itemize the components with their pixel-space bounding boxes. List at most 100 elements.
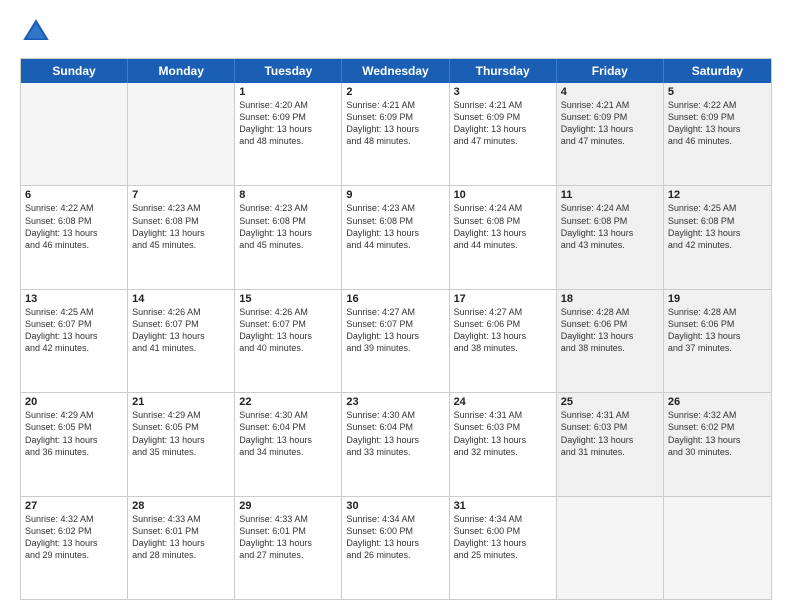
logo-icon bbox=[20, 16, 52, 48]
cell-info: Sunrise: 4:21 AMSunset: 6:09 PMDaylight:… bbox=[561, 99, 659, 148]
day-number: 26 bbox=[668, 396, 767, 408]
cell-info: Sunrise: 4:24 AMSunset: 6:08 PMDaylight:… bbox=[561, 202, 659, 251]
calendar-cell: 19Sunrise: 4:28 AMSunset: 6:06 PMDayligh… bbox=[664, 290, 771, 392]
calendar-row-3: 20Sunrise: 4:29 AMSunset: 6:05 PMDayligh… bbox=[21, 392, 771, 495]
cell-info: Sunrise: 4:23 AMSunset: 6:08 PMDaylight:… bbox=[239, 202, 337, 251]
day-number: 22 bbox=[239, 396, 337, 408]
cell-info: Sunrise: 4:30 AMSunset: 6:04 PMDaylight:… bbox=[239, 409, 337, 458]
day-number: 11 bbox=[561, 189, 659, 201]
calendar-row-4: 27Sunrise: 4:32 AMSunset: 6:02 PMDayligh… bbox=[21, 496, 771, 599]
calendar-cell: 1Sunrise: 4:20 AMSunset: 6:09 PMDaylight… bbox=[235, 83, 342, 185]
calendar-cell: 24Sunrise: 4:31 AMSunset: 6:03 PMDayligh… bbox=[450, 393, 557, 495]
calendar-cell: 22Sunrise: 4:30 AMSunset: 6:04 PMDayligh… bbox=[235, 393, 342, 495]
cell-info: Sunrise: 4:30 AMSunset: 6:04 PMDaylight:… bbox=[346, 409, 444, 458]
cell-info: Sunrise: 4:32 AMSunset: 6:02 PMDaylight:… bbox=[668, 409, 767, 458]
header bbox=[20, 16, 772, 48]
calendar-cell: 4Sunrise: 4:21 AMSunset: 6:09 PMDaylight… bbox=[557, 83, 664, 185]
header-wednesday: Wednesday bbox=[342, 59, 449, 83]
calendar-cell: 23Sunrise: 4:30 AMSunset: 6:04 PMDayligh… bbox=[342, 393, 449, 495]
calendar-cell bbox=[557, 497, 664, 599]
calendar-cell: 3Sunrise: 4:21 AMSunset: 6:09 PMDaylight… bbox=[450, 83, 557, 185]
calendar-cell: 11Sunrise: 4:24 AMSunset: 6:08 PMDayligh… bbox=[557, 186, 664, 288]
day-number: 16 bbox=[346, 293, 444, 305]
day-number: 4 bbox=[561, 86, 659, 98]
day-number: 12 bbox=[668, 189, 767, 201]
cell-info: Sunrise: 4:32 AMSunset: 6:02 PMDaylight:… bbox=[25, 513, 123, 562]
page: SundayMondayTuesdayWednesdayThursdayFrid… bbox=[0, 0, 792, 612]
calendar-cell: 6Sunrise: 4:22 AMSunset: 6:08 PMDaylight… bbox=[21, 186, 128, 288]
cell-info: Sunrise: 4:25 AMSunset: 6:08 PMDaylight:… bbox=[668, 202, 767, 251]
calendar-body: 1Sunrise: 4:20 AMSunset: 6:09 PMDaylight… bbox=[21, 83, 771, 599]
cell-info: Sunrise: 4:21 AMSunset: 6:09 PMDaylight:… bbox=[454, 99, 552, 148]
cell-info: Sunrise: 4:22 AMSunset: 6:08 PMDaylight:… bbox=[25, 202, 123, 251]
day-number: 8 bbox=[239, 189, 337, 201]
cell-info: Sunrise: 4:29 AMSunset: 6:05 PMDaylight:… bbox=[25, 409, 123, 458]
calendar-row-0: 1Sunrise: 4:20 AMSunset: 6:09 PMDaylight… bbox=[21, 83, 771, 185]
cell-info: Sunrise: 4:34 AMSunset: 6:00 PMDaylight:… bbox=[454, 513, 552, 562]
day-number: 27 bbox=[25, 500, 123, 512]
day-number: 14 bbox=[132, 293, 230, 305]
cell-info: Sunrise: 4:33 AMSunset: 6:01 PMDaylight:… bbox=[239, 513, 337, 562]
day-number: 13 bbox=[25, 293, 123, 305]
header-saturday: Saturday bbox=[664, 59, 771, 83]
day-number: 9 bbox=[346, 189, 444, 201]
calendar-cell: 26Sunrise: 4:32 AMSunset: 6:02 PMDayligh… bbox=[664, 393, 771, 495]
calendar-cell: 18Sunrise: 4:28 AMSunset: 6:06 PMDayligh… bbox=[557, 290, 664, 392]
day-number: 20 bbox=[25, 396, 123, 408]
calendar-cell: 8Sunrise: 4:23 AMSunset: 6:08 PMDaylight… bbox=[235, 186, 342, 288]
day-number: 15 bbox=[239, 293, 337, 305]
cell-info: Sunrise: 4:33 AMSunset: 6:01 PMDaylight:… bbox=[132, 513, 230, 562]
day-number: 3 bbox=[454, 86, 552, 98]
calendar-cell bbox=[664, 497, 771, 599]
cell-info: Sunrise: 4:26 AMSunset: 6:07 PMDaylight:… bbox=[239, 306, 337, 355]
logo bbox=[20, 16, 56, 48]
cell-info: Sunrise: 4:23 AMSunset: 6:08 PMDaylight:… bbox=[346, 202, 444, 251]
day-number: 17 bbox=[454, 293, 552, 305]
cell-info: Sunrise: 4:29 AMSunset: 6:05 PMDaylight:… bbox=[132, 409, 230, 458]
calendar: SundayMondayTuesdayWednesdayThursdayFrid… bbox=[20, 58, 772, 600]
day-number: 6 bbox=[25, 189, 123, 201]
calendar-cell: 2Sunrise: 4:21 AMSunset: 6:09 PMDaylight… bbox=[342, 83, 449, 185]
day-number: 19 bbox=[668, 293, 767, 305]
cell-info: Sunrise: 4:27 AMSunset: 6:07 PMDaylight:… bbox=[346, 306, 444, 355]
header-monday: Monday bbox=[128, 59, 235, 83]
header-sunday: Sunday bbox=[21, 59, 128, 83]
calendar-cell: 12Sunrise: 4:25 AMSunset: 6:08 PMDayligh… bbox=[664, 186, 771, 288]
calendar-cell: 15Sunrise: 4:26 AMSunset: 6:07 PMDayligh… bbox=[235, 290, 342, 392]
calendar-cell: 27Sunrise: 4:32 AMSunset: 6:02 PMDayligh… bbox=[21, 497, 128, 599]
day-number: 1 bbox=[239, 86, 337, 98]
cell-info: Sunrise: 4:28 AMSunset: 6:06 PMDaylight:… bbox=[668, 306, 767, 355]
day-number: 23 bbox=[346, 396, 444, 408]
cell-info: Sunrise: 4:31 AMSunset: 6:03 PMDaylight:… bbox=[561, 409, 659, 458]
header-tuesday: Tuesday bbox=[235, 59, 342, 83]
cell-info: Sunrise: 4:20 AMSunset: 6:09 PMDaylight:… bbox=[239, 99, 337, 148]
calendar-cell: 25Sunrise: 4:31 AMSunset: 6:03 PMDayligh… bbox=[557, 393, 664, 495]
calendar-cell: 7Sunrise: 4:23 AMSunset: 6:08 PMDaylight… bbox=[128, 186, 235, 288]
day-number: 24 bbox=[454, 396, 552, 408]
day-number: 29 bbox=[239, 500, 337, 512]
day-number: 5 bbox=[668, 86, 767, 98]
calendar-cell bbox=[21, 83, 128, 185]
cell-info: Sunrise: 4:34 AMSunset: 6:00 PMDaylight:… bbox=[346, 513, 444, 562]
day-number: 18 bbox=[561, 293, 659, 305]
cell-info: Sunrise: 4:25 AMSunset: 6:07 PMDaylight:… bbox=[25, 306, 123, 355]
day-number: 10 bbox=[454, 189, 552, 201]
calendar-row-2: 13Sunrise: 4:25 AMSunset: 6:07 PMDayligh… bbox=[21, 289, 771, 392]
cell-info: Sunrise: 4:21 AMSunset: 6:09 PMDaylight:… bbox=[346, 99, 444, 148]
calendar-cell: 10Sunrise: 4:24 AMSunset: 6:08 PMDayligh… bbox=[450, 186, 557, 288]
calendar-cell: 28Sunrise: 4:33 AMSunset: 6:01 PMDayligh… bbox=[128, 497, 235, 599]
calendar-cell: 21Sunrise: 4:29 AMSunset: 6:05 PMDayligh… bbox=[128, 393, 235, 495]
calendar-cell: 14Sunrise: 4:26 AMSunset: 6:07 PMDayligh… bbox=[128, 290, 235, 392]
calendar-cell: 5Sunrise: 4:22 AMSunset: 6:09 PMDaylight… bbox=[664, 83, 771, 185]
calendar-cell: 29Sunrise: 4:33 AMSunset: 6:01 PMDayligh… bbox=[235, 497, 342, 599]
cell-info: Sunrise: 4:27 AMSunset: 6:06 PMDaylight:… bbox=[454, 306, 552, 355]
day-number: 21 bbox=[132, 396, 230, 408]
calendar-cell: 31Sunrise: 4:34 AMSunset: 6:00 PMDayligh… bbox=[450, 497, 557, 599]
header-thursday: Thursday bbox=[450, 59, 557, 83]
header-friday: Friday bbox=[557, 59, 664, 83]
day-number: 7 bbox=[132, 189, 230, 201]
calendar-cell: 13Sunrise: 4:25 AMSunset: 6:07 PMDayligh… bbox=[21, 290, 128, 392]
calendar-header: SundayMondayTuesdayWednesdayThursdayFrid… bbox=[21, 59, 771, 83]
cell-info: Sunrise: 4:23 AMSunset: 6:08 PMDaylight:… bbox=[132, 202, 230, 251]
calendar-cell bbox=[128, 83, 235, 185]
